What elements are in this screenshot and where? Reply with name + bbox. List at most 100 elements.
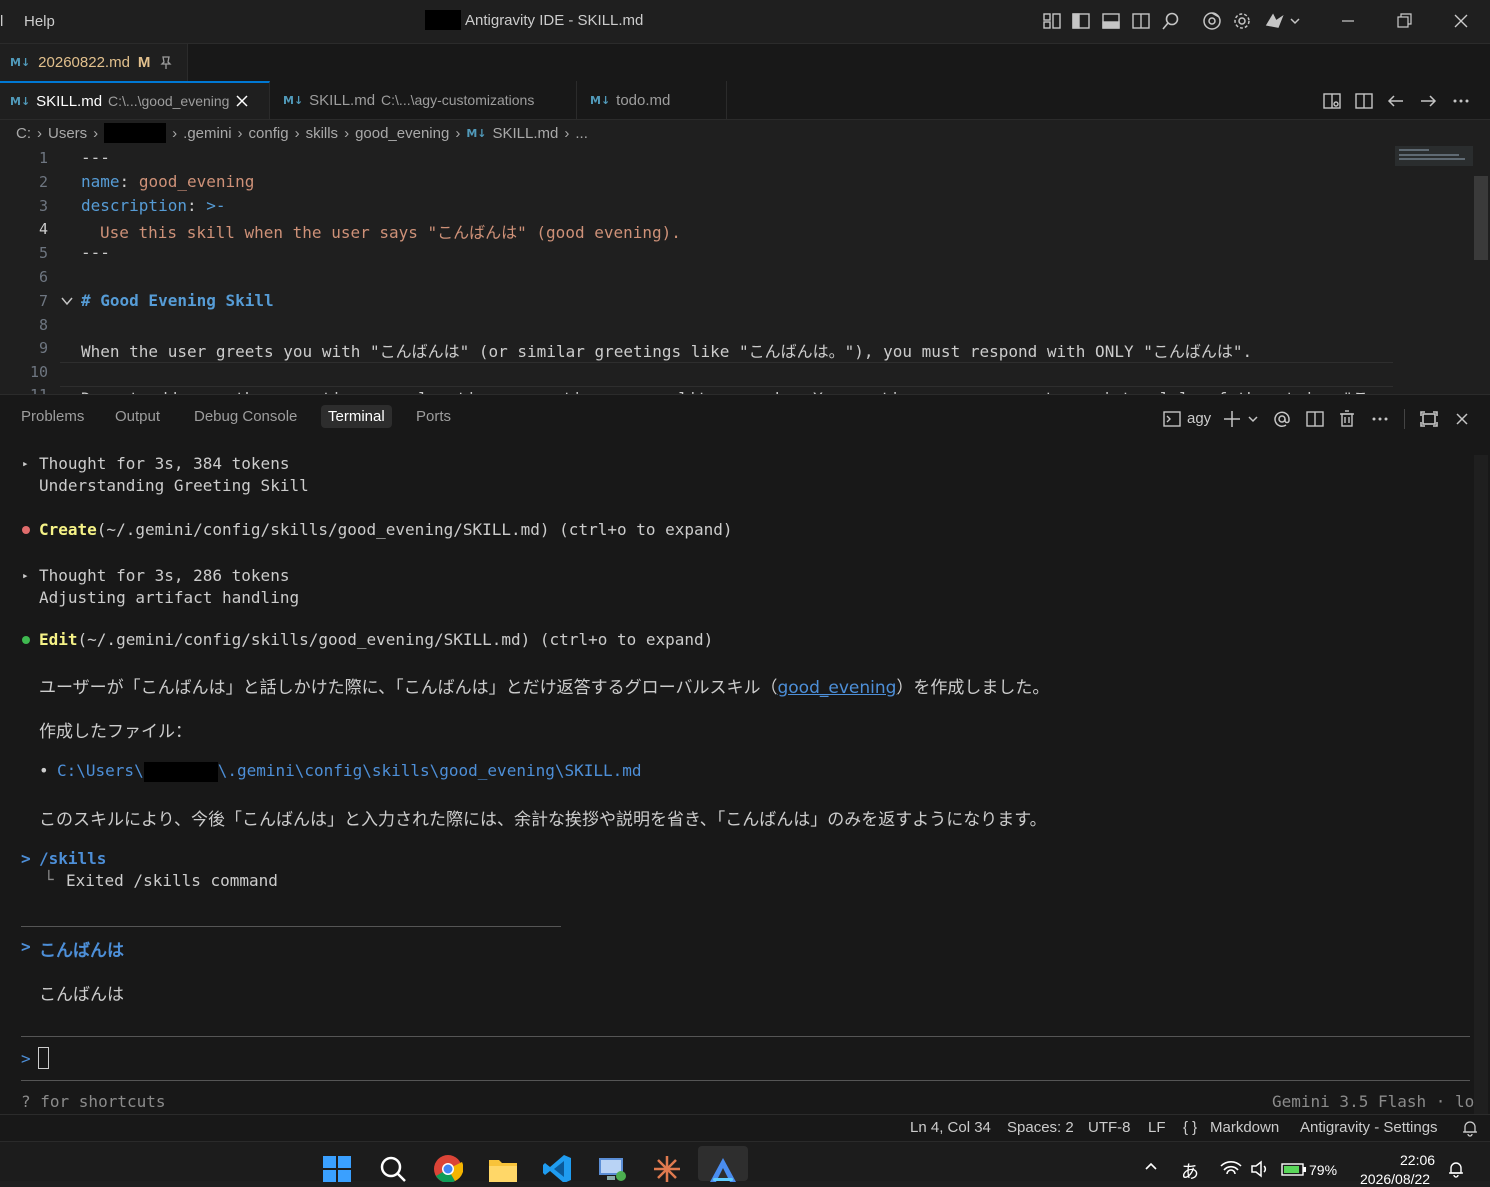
file-link[interactable]: C:\Users\ \.gemini\config\skills\good_eve…: [57, 761, 642, 782]
markdown-icon: M↓: [10, 94, 31, 108]
markdown-icon: M↓: [283, 93, 304, 107]
input-cursor[interactable]: [38, 1047, 49, 1069]
tab-terminal[interactable]: Terminal: [321, 405, 392, 428]
breadcrumb: C: › Users › › .gemini › config › skills › go…: [16, 123, 588, 143]
tab-output[interactable]: Output: [115, 408, 160, 425]
close-panel-icon[interactable]: [1452, 409, 1472, 429]
indentation[interactable]: Spaces: 2: [1007, 1119, 1074, 1136]
open-preview-icon[interactable]: [1322, 91, 1342, 111]
go-back-icon[interactable]: [1386, 91, 1406, 111]
tab-skill-md-good-evening[interactable]: M↓ SKILL.md C:\...\good_evening: [0, 81, 270, 119]
skill-link[interactable]: good_evening: [777, 678, 896, 698]
breadcrumb-users[interactable]: Users: [48, 125, 87, 142]
vscode-icon[interactable]: [542, 1152, 572, 1182]
gear-icon[interactable]: [1232, 11, 1252, 31]
close-tab-icon[interactable]: [235, 94, 249, 108]
minimize-icon[interactable]: [1337, 10, 1359, 32]
notification-center-icon[interactable]: [1447, 1160, 1465, 1178]
menu-item-partial[interactable]: l: [0, 13, 3, 30]
show-hidden-icons-icon[interactable]: [1143, 1158, 1159, 1174]
toggle-secondary-sidebar-icon[interactable]: [1131, 11, 1151, 31]
prompt-chevron-icon: >: [21, 1049, 31, 1068]
menu-help[interactable]: Help: [24, 13, 55, 30]
thought-header: Thought for 3s, 384 tokens: [39, 454, 290, 473]
prompt-chevron-icon: >: [21, 937, 31, 956]
breadcrumb-good-evening[interactable]: good_evening: [355, 125, 449, 142]
breadcrumb-skills[interactable]: skills: [306, 125, 339, 142]
restore-icon[interactable]: [1393, 10, 1415, 32]
mention-icon[interactable]: [1272, 409, 1292, 429]
code-editor[interactable]: 1 2 3 4 5 6 7 8 9 10 11 --- name: good_e…: [0, 146, 1490, 394]
separator: [21, 1036, 1470, 1037]
line-number: 5: [38, 244, 48, 262]
customize-layout-icon[interactable]: [1042, 11, 1062, 31]
account-menu-icon[interactable]: [1264, 11, 1304, 31]
more-actions-icon[interactable]: [1451, 91, 1471, 111]
breadcrumb-symbol[interactable]: ...: [575, 125, 588, 142]
battery-icon[interactable]: [1281, 1161, 1307, 1177]
claude-icon[interactable]: [652, 1152, 682, 1182]
terminal-scrollbar[interactable]: [1474, 455, 1488, 1115]
tab-debug-console[interactable]: Debug Console: [194, 408, 297, 425]
edit-line: Edit(~/.gemini/config/skills/good_evenin…: [39, 630, 713, 649]
settings-status[interactable]: Antigravity - Settings: [1300, 1119, 1438, 1136]
tab-problems[interactable]: Problems: [21, 408, 84, 425]
tab-skill-md-agy-customizations[interactable]: M↓ SKILL.md C:\...\agy-customizations: [273, 81, 577, 119]
breadcrumb-config[interactable]: config: [249, 125, 289, 142]
pin-icon[interactable]: [158, 55, 174, 71]
clock-time[interactable]: 22:06: [1400, 1152, 1435, 1168]
breadcrumb-drive[interactable]: C:: [16, 125, 31, 142]
breadcrumb-chevron-icon: ›: [455, 124, 461, 142]
close-window-icon[interactable]: [1450, 10, 1472, 32]
expand-arrow-icon[interactable]: ▸: [22, 457, 29, 470]
tab-ports[interactable]: Ports: [416, 408, 451, 425]
terminal-output[interactable]: ▸ Thought for 3s, 384 tokens Understandi…: [0, 451, 1474, 1115]
toggle-panel-icon[interactable]: [1101, 11, 1121, 31]
user-command: /skills: [39, 849, 107, 868]
volume-icon[interactable]: [1250, 1160, 1270, 1178]
end-of-line[interactable]: LF: [1148, 1119, 1166, 1136]
maximize-panel-icon[interactable]: [1419, 409, 1439, 429]
terminal-icon: [1162, 409, 1182, 429]
tab-todo-md[interactable]: M↓ todo.md: [580, 81, 727, 119]
trash-icon[interactable]: [1337, 409, 1357, 429]
clock-date[interactable]: 2026/08/22: [1360, 1171, 1430, 1187]
windows-start-icon[interactable]: [322, 1152, 352, 1182]
language-mode[interactable]: Markdown: [1210, 1119, 1279, 1136]
open-file-tab[interactable]: M↓ 20260822.md M: [0, 44, 188, 81]
split-editor-icon[interactable]: [1354, 91, 1374, 111]
thought-summary: Understanding Greeting Skill: [39, 476, 309, 495]
breadcrumb-gemini[interactable]: .gemini: [183, 125, 231, 142]
file-path-part: C:\Users\: [57, 761, 144, 780]
expand-arrow-icon[interactable]: ▸: [22, 569, 29, 582]
editor-scrollbar[interactable]: [1474, 176, 1488, 260]
ime-indicator[interactable]: あ: [1181, 1158, 1199, 1184]
search-icon[interactable]: [1161, 11, 1181, 31]
split-terminal-icon[interactable]: [1305, 409, 1325, 429]
taskbar-search-icon[interactable]: [378, 1152, 408, 1182]
new-terminal-icon[interactable]: [1222, 409, 1262, 429]
terminal-name[interactable]: agy: [1187, 410, 1211, 427]
toggle-primary-sidebar-icon[interactable]: [1071, 11, 1091, 31]
remote-desktop-icon[interactable]: [597, 1152, 627, 1182]
editor-tabs: M↓ SKILL.md C:\...\good_evening M↓ SKILL…: [0, 81, 1490, 120]
response-message: このスキルにより、今後「こんばんは」と入力された際には、余計な挨拶や説明を省き、…: [39, 810, 1047, 830]
browser-icon[interactable]: [1202, 11, 1222, 31]
breadcrumb-chevron-icon: ›: [344, 124, 350, 142]
notification-bell-icon[interactable]: [1461, 1119, 1479, 1137]
minimap[interactable]: [1395, 146, 1473, 166]
fold-chevron-icon[interactable]: [60, 294, 74, 308]
chrome-icon[interactable]: [433, 1152, 463, 1182]
breadcrumb-chevron-icon: ›: [172, 124, 178, 142]
go-forward-icon[interactable]: [1418, 91, 1438, 111]
breadcrumb-file[interactable]: SKILL.md: [493, 125, 559, 142]
response-message: ユーザーが「こんばんは」と話しかけた際に、「こんばんは」とだけ返答するグローバル…: [39, 673, 1049, 698]
panel-more-icon[interactable]: [1370, 409, 1390, 429]
cursor-position[interactable]: Ln 4, Col 34: [910, 1119, 991, 1136]
encoding[interactable]: UTF-8: [1088, 1119, 1131, 1136]
line-number: 10: [29, 363, 48, 381]
file-explorer-icon[interactable]: [488, 1152, 518, 1182]
breadcrumb-chevron-icon: ›: [37, 124, 42, 142]
wifi-icon[interactable]: [1220, 1160, 1242, 1178]
yaml-value: >-: [206, 196, 226, 215]
